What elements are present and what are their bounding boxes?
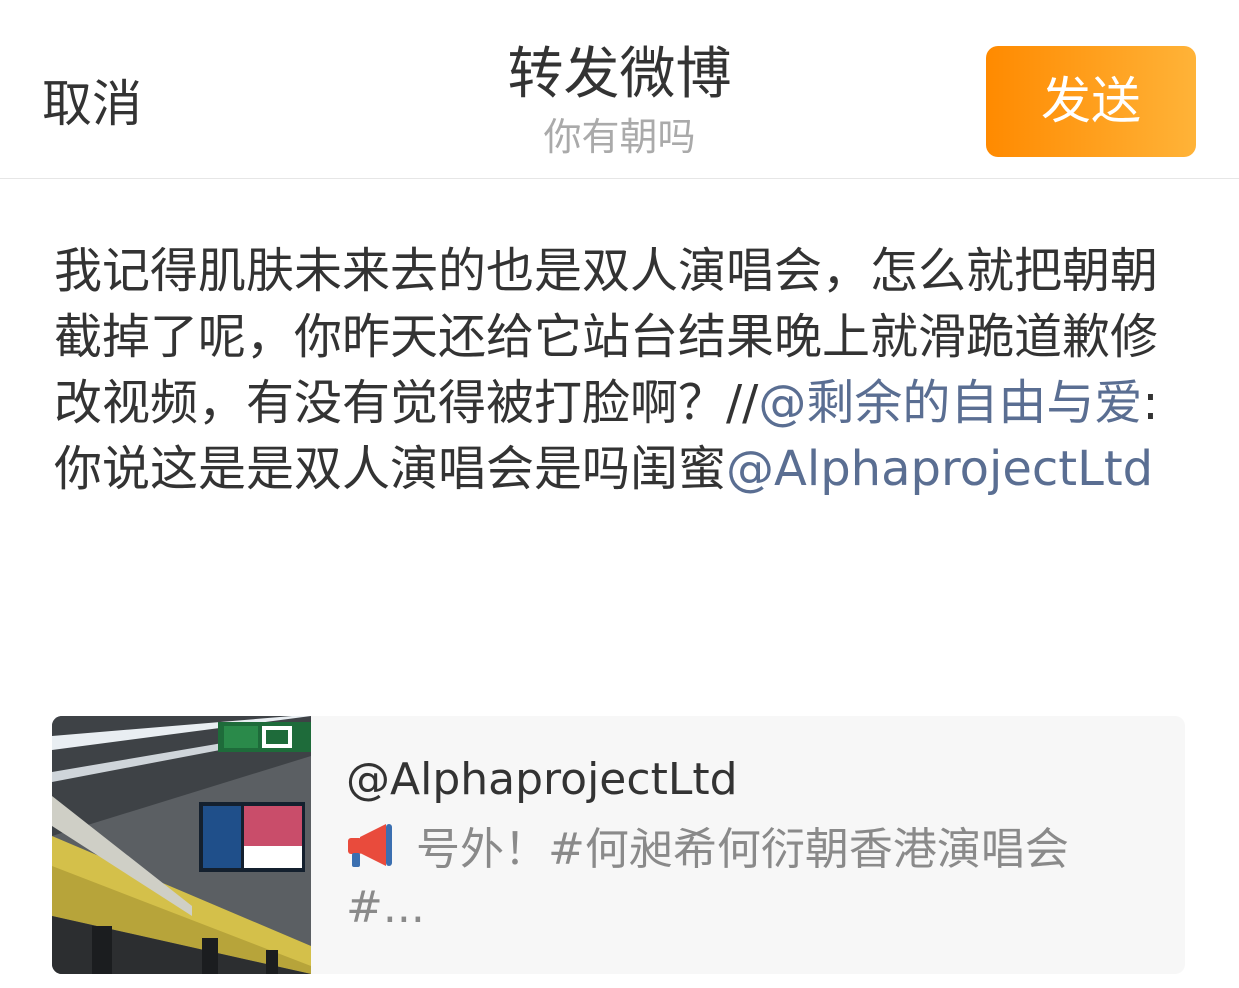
top-bar: 取消 转发微博 你有朝吗 发送 [0, 0, 1239, 179]
original-post-card[interactable]: @AlphaprojectLtd 号外！#何昶希何衍朝香港演唱会#... [52, 716, 1185, 974]
card-excerpt: 号外！#何昶希何衍朝香港演唱会#... [346, 820, 1126, 937]
post-thumbnail [52, 716, 311, 974]
mention-link[interactable]: @剩余的自由与爱 [758, 375, 1142, 431]
megaphone-icon [348, 824, 392, 867]
mention-link[interactable]: @AlphaprojectLtd [726, 441, 1153, 497]
compose-textarea[interactable]: 我记得肌肤未来去的也是双人演唱会，怎么就把朝朝截掉了呢，你昨天还给它站台结果晚上… [54, 238, 1184, 502]
card-username: @AlphaprojectLtd [346, 754, 738, 805]
card-excerpt-text: 号外！#何昶希何衍朝香港演唱会#... [346, 824, 1069, 933]
send-button[interactable]: 发送 [986, 46, 1196, 157]
station-photo-image [52, 716, 311, 974]
